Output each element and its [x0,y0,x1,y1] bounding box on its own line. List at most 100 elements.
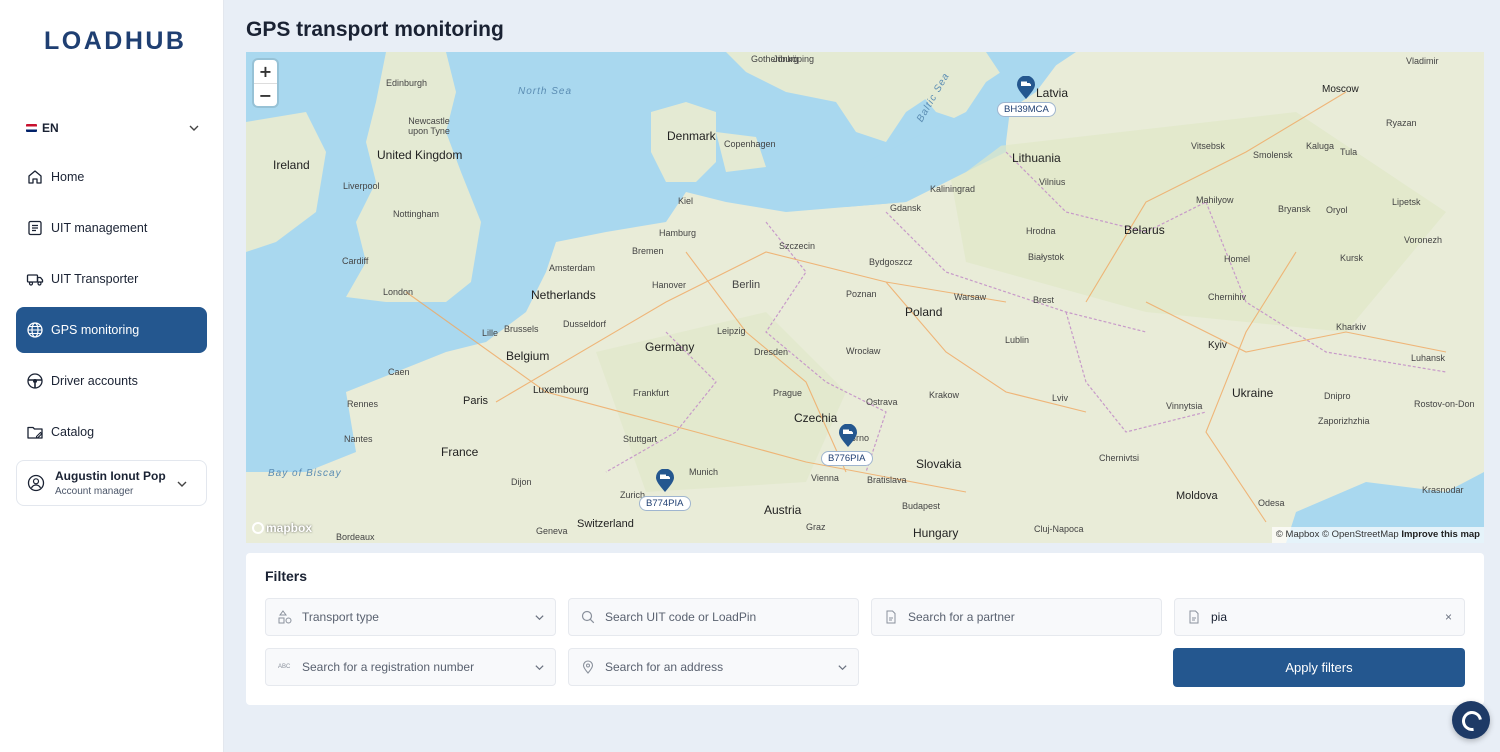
vehicle-marker-icon[interactable] [1016,76,1036,100]
map-city-label: Poznan [846,289,877,299]
map-city-label: Leipzig [717,326,746,336]
mapbox-logo-icon [252,522,264,534]
map-city-label: Munich [689,467,719,477]
map-city-label: Frankfurt [633,388,670,398]
map-city-label: Bordeaux [336,532,375,542]
map-city-label: Dijon [511,477,532,487]
map-city-label: Lublin [1005,335,1030,345]
map-city-label: Smolensk [1253,150,1293,160]
transport-type-select[interactable]: Transport type [265,598,556,636]
vehicle-marker-icon[interactable] [838,424,858,448]
map-city-label: Cardiff [342,256,369,266]
mapbox-logo-text: mapbox [266,521,313,535]
sidebar-item-label: UIT management [51,221,148,235]
sidebar-item-uit-management[interactable]: UIT management [16,205,207,251]
map-city-label: Luhansk [1411,353,1446,363]
language-selector[interactable]: EN [26,118,200,138]
map-zoom-controls: + − [254,60,277,106]
map-city-label: Lviv [1052,393,1069,403]
map-city-label: Vitsebsk [1191,141,1225,151]
shapes-icon [278,610,292,624]
filters-title: Filters [265,568,308,584]
zoom-in-button[interactable]: + [254,60,277,83]
map-city-label: Chernihiv [1208,292,1247,302]
chevron-down-icon [189,125,199,131]
chevron-down-icon [838,665,847,671]
map-country-label: Latvia [1036,86,1069,100]
registration-number-select[interactable]: ABC Search for a registration number [265,648,556,686]
map-city-label: Gdansk [890,203,922,213]
sidebar: LOADHUB EN Home UIT management UIT Trans… [0,0,224,752]
vehicle-plate-tag[interactable]: B774PIA [639,496,691,511]
map-city-label: Brest [1033,295,1055,305]
partner-search-input[interactable]: Search for a partner [871,598,1162,636]
mapbox-attribution-link[interactable]: © Mapbox [1276,529,1319,540]
user-info: Augustin Ionut Pop Account manager [55,469,166,497]
map-city-label: Tula [1340,147,1358,157]
map-city-label: Rennes [347,399,379,409]
truck-icon [26,274,44,286]
map-sea-label: Bay of Biscay [268,468,342,479]
chevron-down-icon [535,615,544,621]
vehicle-plate-tag[interactable]: BH39MCA [997,102,1056,117]
map-sea-label: North Sea [518,86,573,97]
steering-wheel-icon [27,373,43,389]
app-logo[interactable]: LOADHUB [44,27,187,56]
map-city-label: Amsterdam [549,263,596,273]
registration-search-placeholder: Search for a registration number [302,660,475,674]
vehicle-plate-tag[interactable]: B776PIA [821,451,873,466]
apply-filters-button[interactable]: Apply filters [1173,648,1465,687]
help-chat-button[interactable] [1452,701,1490,739]
address-search-select[interactable]: Search for an address [568,648,859,686]
sidebar-item-uit-transporter[interactable]: UIT Transporter [16,256,207,302]
user-menu[interactable]: Augustin Ionut Pop Account manager [16,460,207,506]
map-city-label: Wrocław [846,346,881,356]
map-city-label: Kaliningrad [930,184,976,194]
map-city-label: Graz [806,522,826,532]
map-city-label: Białystok [1028,252,1065,262]
sidebar-item-catalog[interactable]: Catalog [16,409,207,455]
sidebar-item-gps-monitoring[interactable]: GPS monitoring [16,307,207,353]
text-search-input[interactable]: pia × [1174,598,1465,636]
sidebar-item-label: GPS monitoring [51,323,140,337]
mapbox-logo[interactable]: mapbox [252,521,312,535]
sidebar-item-label: Catalog [51,425,95,439]
map-city-label: Budapest [902,501,941,511]
map-country-label: Moldova [1176,490,1218,502]
map-city-label: Warsaw [954,292,987,302]
map-city-label: Vladimir [1406,56,1439,66]
map-city-label: Nottingham [393,209,440,219]
map-city-label: Edinburgh [386,78,428,88]
map-city-label: Krasnodar [1422,485,1464,495]
gps-map[interactable]: + − North Sea Baltic Sea Bay of Biscay I… [246,52,1484,543]
map-city-label: Chernivtsi [1099,453,1140,463]
user-name: Augustin Ionut Pop [55,469,166,483]
map-city-label: Bremen [632,246,664,256]
map-country-label: Germany [645,340,695,354]
map-city-label: Dnipro [1324,391,1351,401]
uit-search-input[interactable]: Search UIT code or LoadPin [568,598,859,636]
map-city-label: Ryazan [1386,118,1417,128]
search-icon [581,610,595,624]
folder-edit-icon [27,426,43,439]
sidebar-item-driver-accounts[interactable]: Driver accounts [16,358,207,404]
zoom-out-button[interactable]: − [254,83,277,106]
map-city-label: Ostrava [866,397,898,407]
map-city-label: Dresden [754,347,789,357]
vehicle-marker-icon[interactable] [655,469,675,493]
osm-attribution-link[interactable]: © OpenStreetMap [1322,529,1399,540]
abc-icon: ABC [278,664,291,670]
map-city-label: Kaluga [1306,141,1335,151]
user-avatar-icon [27,474,45,492]
sidebar-item-home[interactable]: Home [16,154,207,200]
clear-search-button[interactable]: × [1445,610,1452,624]
document-icon [1189,610,1199,624]
map-city-label: Kursk [1340,253,1364,263]
map-city-label: Bryansk [1278,204,1311,214]
map-city-label: Vinnytsia [1166,401,1203,411]
map-city-label: Kiel [678,196,694,206]
map-city-label: Brussels [504,324,539,334]
improve-map-link[interactable]: Improve this map [1401,529,1480,540]
map-city-label: Bydgoszcz [869,257,913,267]
sidebar-item-label: Home [51,170,85,184]
